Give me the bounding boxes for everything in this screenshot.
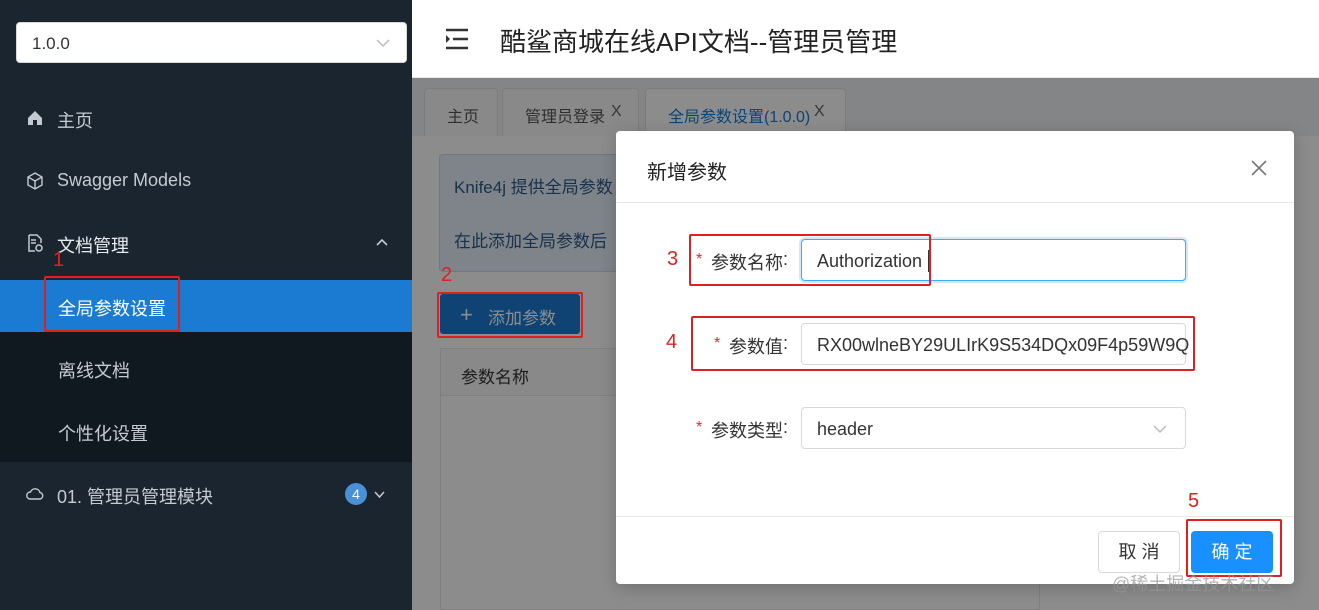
- home-icon: [28, 111, 42, 125]
- annotation-number: 4: [666, 331, 678, 353]
- annotation-number: 3: [667, 248, 679, 270]
- cancel-button[interactable]: 取 消: [1098, 531, 1180, 573]
- field-label: 参数类型: [711, 421, 783, 441]
- modal-header: 新增参数: [616, 131, 1294, 203]
- sidebar-item-personalization[interactable]: 个性化设置: [0, 405, 412, 457]
- annotation-box: [437, 292, 583, 338]
- watermark: @稀土掘金技术社区: [1112, 574, 1275, 594]
- annotation-box: [689, 234, 931, 286]
- label-colon: :: [783, 417, 789, 437]
- sidebar-item-label: 个性化设置: [58, 424, 148, 444]
- annotation-box: [1186, 519, 1282, 577]
- sidebar-item-swagger-models[interactable]: Swagger Models: [0, 155, 412, 207]
- header: 酷鲨商城在线API文档--管理员管理: [412, 0, 1319, 78]
- select-value: header: [817, 419, 874, 439]
- required-mark: *: [696, 419, 703, 436]
- cloud-icon: [26, 488, 44, 500]
- page-title: 酷鲨商城在线API文档--管理员管理: [500, 27, 898, 57]
- sidebar-item-label: 离线文档: [58, 361, 130, 381]
- chevron-down-icon: [374, 491, 385, 499]
- annotation-box: [44, 276, 180, 332]
- annotation-box: [691, 316, 1195, 371]
- annotation-number: 2: [441, 264, 453, 286]
- chevron-up-icon: [376, 238, 388, 246]
- annotation-number: 1: [53, 249, 65, 271]
- count-badge: 4: [345, 483, 367, 505]
- sidebar-item-label: 01. 管理员管理模块: [57, 487, 214, 507]
- version-select[interactable]: 1.0.0: [16, 22, 407, 63]
- close-icon[interactable]: [1250, 159, 1268, 177]
- sidebar-item-label: Swagger Models: [57, 170, 192, 190]
- cube-icon: [27, 172, 43, 190]
- sidebar-item-offline-docs[interactable]: 离线文档: [0, 342, 412, 394]
- sidebar-item-label: 文档管理: [57, 236, 129, 256]
- doc-settings-icon: [28, 234, 43, 252]
- chevron-down-icon: [1153, 425, 1167, 434]
- modal-title: 新增参数: [647, 162, 727, 184]
- form-row-param-type: * 参数类型 : header: [616, 407, 1294, 451]
- menu-fold-icon[interactable]: [445, 28, 469, 50]
- annotation-number: 5: [1188, 490, 1200, 512]
- param-type-select[interactable]: header: [801, 407, 1186, 449]
- version-value: 1.0.0: [32, 34, 70, 53]
- sidebar-item-home[interactable]: 主页: [0, 92, 412, 144]
- chevron-down-icon: [376, 39, 390, 48]
- sidebar-item-label: 主页: [57, 111, 93, 131]
